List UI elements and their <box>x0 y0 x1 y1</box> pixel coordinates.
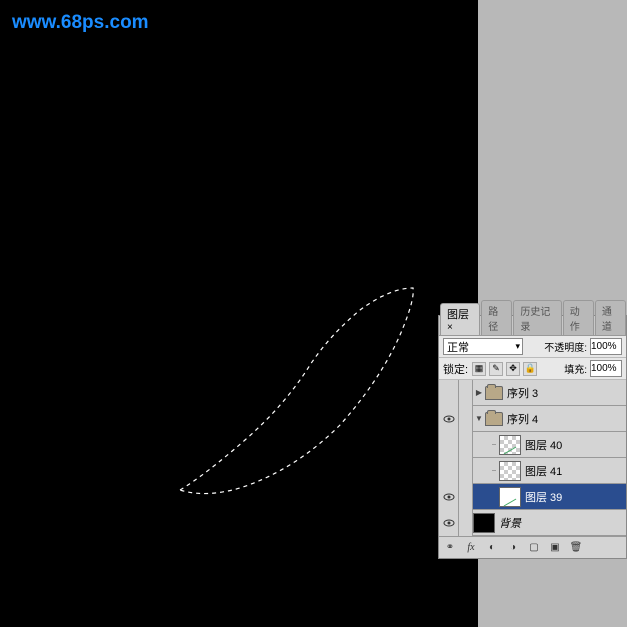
layer-mask-icon[interactable]: ◐ <box>483 540 501 556</box>
visibility-toggle[interactable] <box>439 380 459 406</box>
lock-all-icon[interactable]: 🔒 <box>523 362 537 376</box>
layer-name-label: 图层 40 <box>525 437 562 453</box>
lock-transparency-icon[interactable]: ▦ <box>472 362 486 376</box>
layer-row[interactable]: 背景 <box>439 510 626 536</box>
lock-label: 锁定: <box>443 361 468 377</box>
visibility-toggle[interactable] <box>439 510 459 536</box>
link-layers-icon[interactable]: ⚭ <box>441 540 459 556</box>
lock-column[interactable] <box>459 458 473 484</box>
canvas-area[interactable]: www.68ps.com <box>0 0 478 627</box>
visibility-toggle[interactable] <box>439 484 459 510</box>
layer-name-label: 序列 3 <box>507 385 538 401</box>
lock-column[interactable] <box>459 432 473 458</box>
delete-layer-icon[interactable]: 🗑 <box>567 540 585 556</box>
lock-column[interactable] <box>459 510 473 536</box>
tab-actions[interactable]: 动作 <box>563 300 594 335</box>
layers-list: ▶ 序列 3 ▼ 序列 4 ⎯ 图层 40 ⎯ <box>439 380 626 536</box>
panel-bottom-bar: ⚭ fx ◐ ◑ ▢ ▣ 🗑 <box>439 536 626 558</box>
fx-icon[interactable]: fx <box>462 540 480 556</box>
tab-paths[interactable]: 路径 <box>481 300 512 335</box>
folder-icon <box>485 386 503 400</box>
layer-name-label: 图层 41 <box>525 463 562 479</box>
layer-thumbnail <box>499 435 521 455</box>
layer-thumbnail <box>499 487 521 507</box>
tab-channels[interactable]: 通道 <box>595 300 626 335</box>
layer-row[interactable]: ⎯ 图层 41 <box>439 458 626 484</box>
new-layer-icon[interactable]: ▣ <box>546 540 564 556</box>
layer-row[interactable]: 图层 39 <box>439 484 626 510</box>
fill-label: 填充: <box>564 361 587 376</box>
folder-icon <box>485 412 503 426</box>
layer-group-row[interactable]: ▶ 序列 3 <box>439 380 626 406</box>
layer-group-row[interactable]: ▼ 序列 4 <box>439 406 626 432</box>
link-icon: ⎯ <box>489 466 499 476</box>
visibility-toggle[interactable] <box>439 458 459 484</box>
lock-column[interactable] <box>459 484 473 510</box>
blend-opacity-row: 正常 不透明度: 100% <box>439 336 626 358</box>
watermark-text: www.68ps.com <box>12 12 149 34</box>
lock-fill-row: 锁定: ▦ ✎ ✥ 🔒 填充: 100% <box>439 358 626 380</box>
layers-panel: 图层 × 路径 历史记录 动作 通道 正常 不透明度: 100% 锁定: ▦ ✎… <box>438 315 627 559</box>
layer-name-label: 图层 39 <box>525 489 562 505</box>
visibility-toggle[interactable] <box>439 406 459 432</box>
blend-mode-select[interactable]: 正常 <box>443 338 523 355</box>
tab-history[interactable]: 历史记录 <box>513 300 561 335</box>
expand-arrow-icon[interactable]: ▶ <box>473 388 485 397</box>
panel-tabs: 图层 × 路径 历史记录 动作 通道 <box>439 316 626 336</box>
expand-arrow-icon[interactable]: ▼ <box>473 414 485 423</box>
visibility-toggle[interactable] <box>439 432 459 458</box>
tab-layers[interactable]: 图层 × <box>440 303 480 335</box>
layer-name-label: 序列 4 <box>507 411 538 427</box>
lock-column[interactable] <box>459 406 473 432</box>
adjustment-layer-icon[interactable]: ◑ <box>504 540 522 556</box>
opacity-label: 不透明度: <box>544 339 587 354</box>
lock-position-icon[interactable]: ✥ <box>506 362 520 376</box>
fill-input[interactable]: 100% <box>590 360 622 377</box>
link-icon: ⎯ <box>489 440 499 450</box>
layer-name-label: 背景 <box>499 515 521 531</box>
lock-column[interactable] <box>459 380 473 406</box>
layer-thumbnail <box>473 513 495 533</box>
lock-pixels-icon[interactable]: ✎ <box>489 362 503 376</box>
new-group-icon[interactable]: ▢ <box>525 540 543 556</box>
marquee-selection <box>165 280 425 510</box>
layer-thumbnail <box>499 461 521 481</box>
layer-row[interactable]: ⎯ 图层 40 <box>439 432 626 458</box>
opacity-input[interactable]: 100% <box>590 338 622 355</box>
